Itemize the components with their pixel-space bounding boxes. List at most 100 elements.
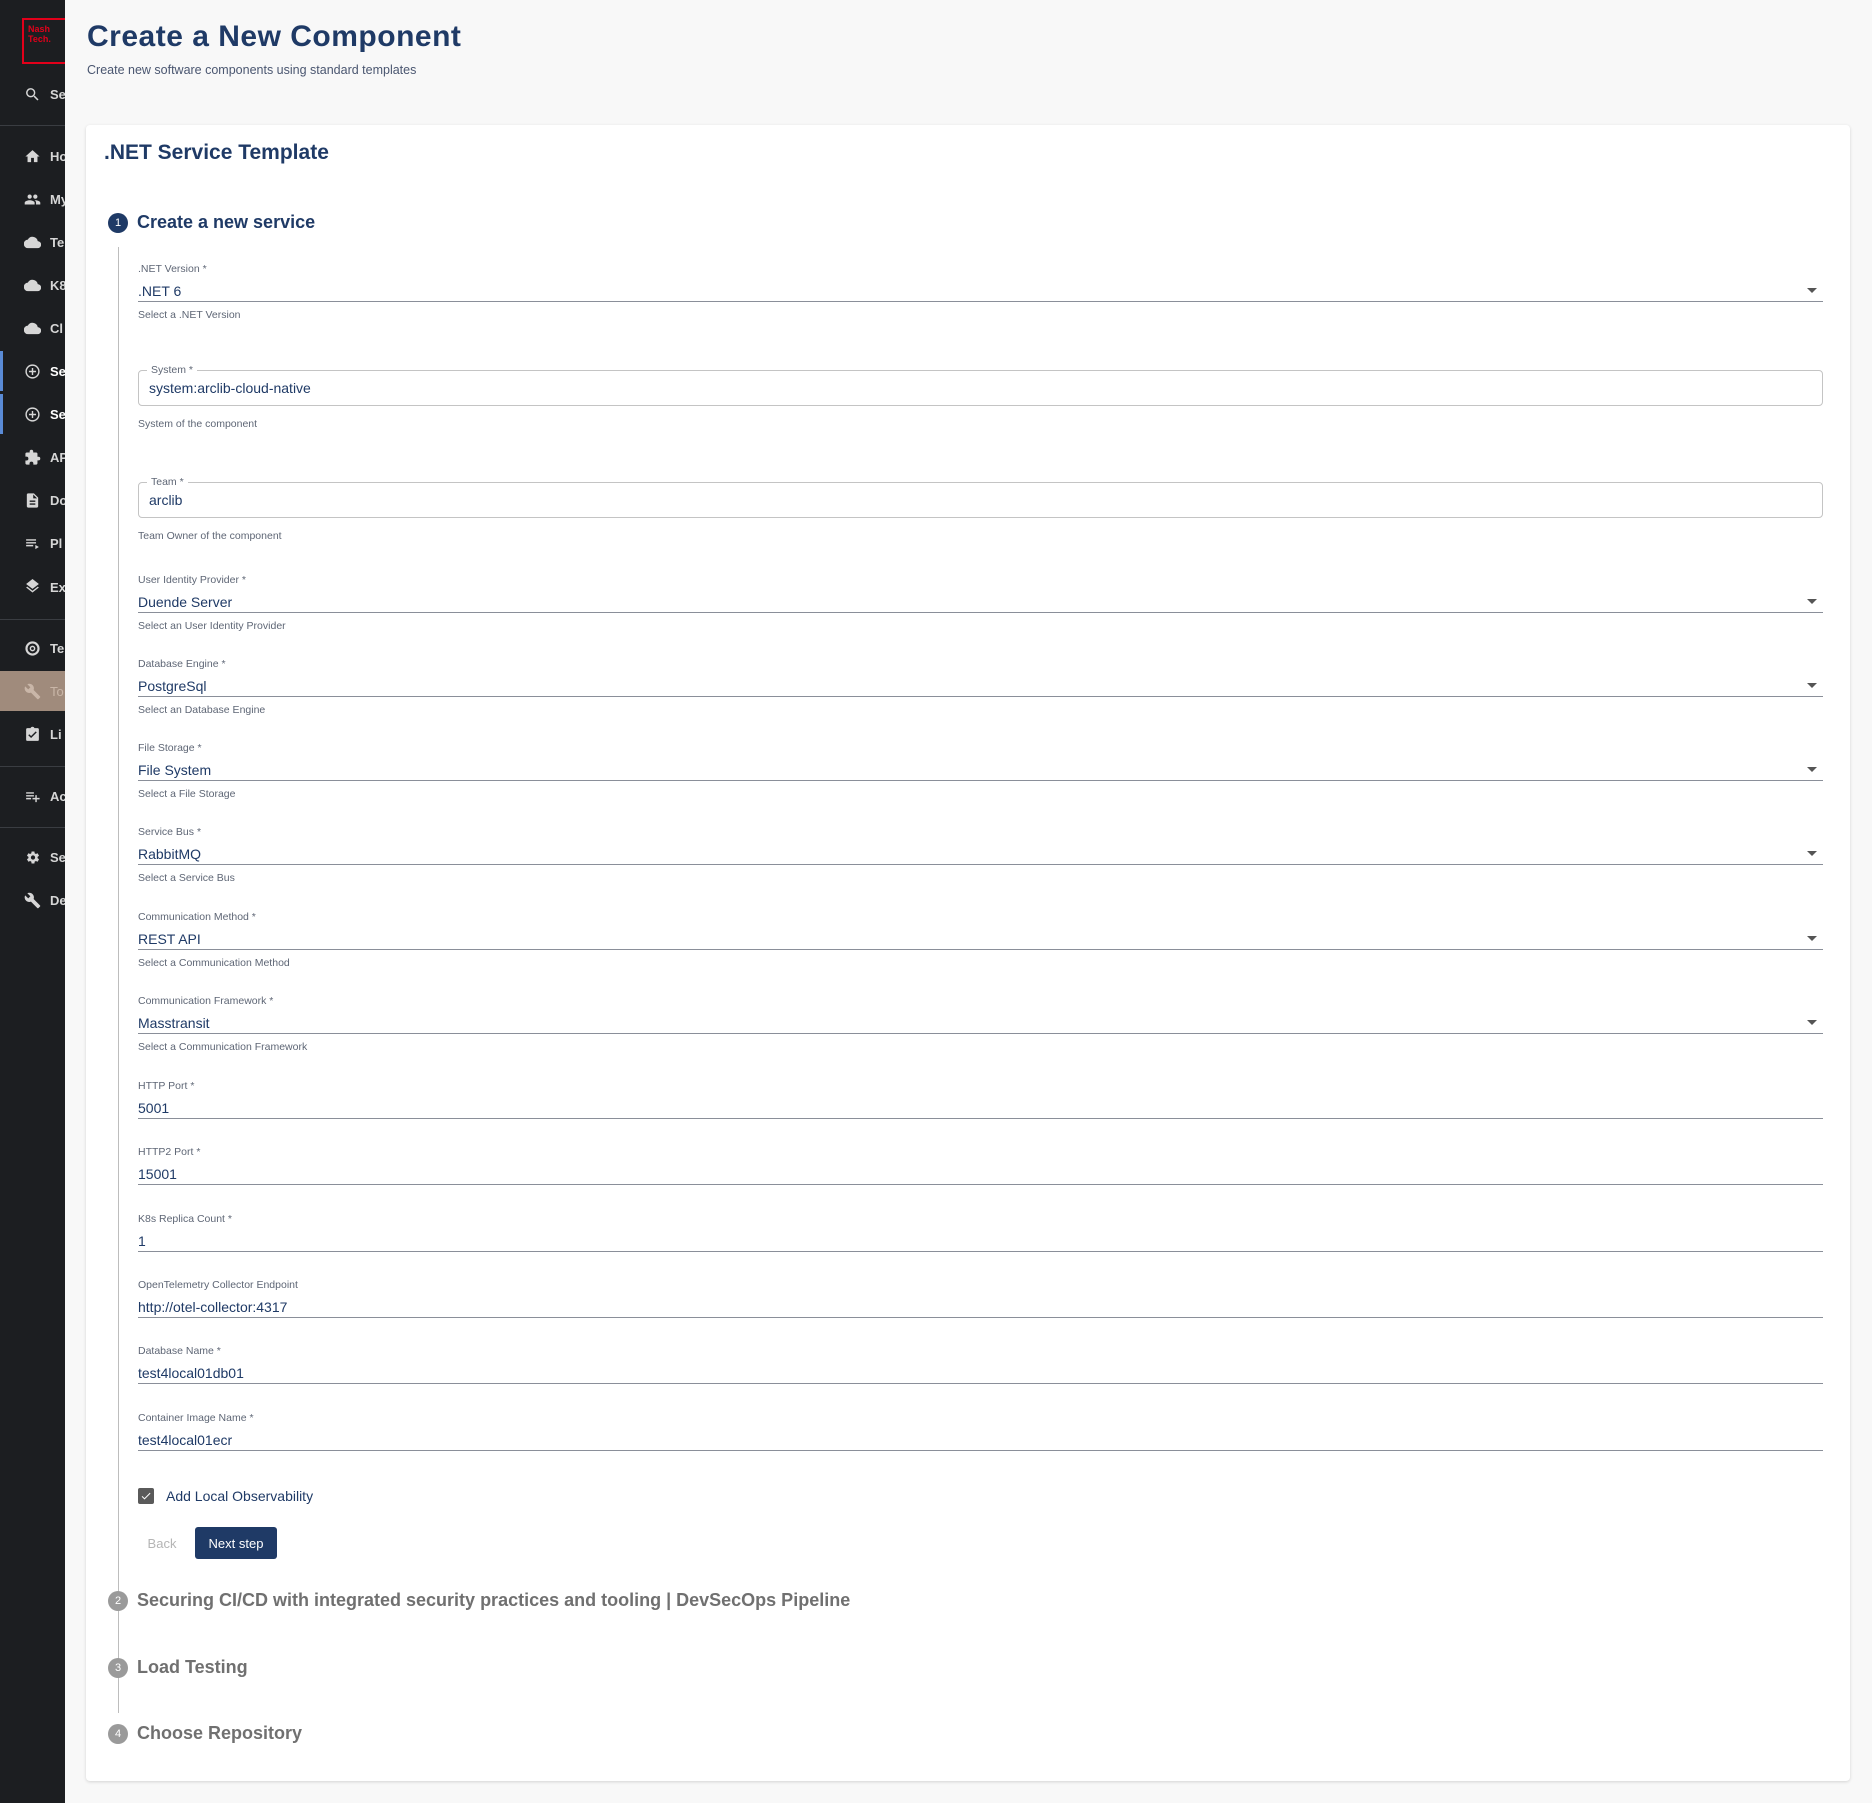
- select-value[interactable]: RabbitMQ: [138, 843, 1823, 865]
- sidebar-item-label: Li: [50, 726, 62, 742]
- sidebar-item-settings[interactable]: Se: [0, 837, 65, 877]
- selected-value: .NET 6: [138, 283, 182, 299]
- database-name-field[interactable]: Database Name * test4local01db01: [138, 1345, 1823, 1384]
- field-label: Service Bus *: [138, 826, 202, 838]
- sidebar-item-lighthouse[interactable]: Li: [0, 714, 65, 754]
- sidebar-divider: [0, 766, 65, 767]
- sidebar-item-label: Se: [50, 86, 65, 102]
- sidebar-item-explore[interactable]: Ex: [0, 567, 65, 607]
- sidebar-item-label: Te: [50, 640, 65, 656]
- select-value[interactable]: Duende Server: [138, 591, 1823, 613]
- sidebar-divider: [0, 827, 65, 828]
- communication-method-select[interactable]: Communication Method * REST API Select a…: [138, 911, 1823, 969]
- http-port-input[interactable]: 5001: [138, 1097, 1823, 1119]
- sidebar-item-cloud[interactable]: Cl: [0, 308, 65, 348]
- template-title: .NET Service Template: [104, 141, 329, 164]
- sidebar-item-label: Cl: [50, 320, 63, 336]
- system-field[interactable]: System * system:arclib-cloud-native Syst…: [138, 364, 1823, 430]
- database-engine-select[interactable]: Database Engine * PostgreSql Select an D…: [138, 658, 1823, 716]
- helper-text: Select a Communication Framework: [138, 1041, 308, 1053]
- team-field[interactable]: Team * arclib Team Owner of the componen…: [138, 476, 1823, 542]
- checklist-icon: [26, 726, 39, 741]
- dropdown-arrow-icon: [1807, 599, 1817, 604]
- sidebar-item-create-service-1[interactable]: Se: [0, 351, 65, 391]
- sidebar-item-apis[interactable]: AP: [0, 437, 65, 477]
- field-label: User Identity Provider *: [138, 574, 246, 586]
- step-label: Securing CI/CD with integrated security …: [137, 1590, 851, 1610]
- sidebar-item-label: De: [50, 892, 65, 908]
- sidebar-item-label: Ac: [50, 788, 65, 804]
- database-name-input[interactable]: test4local01db01: [138, 1362, 1823, 1384]
- sidebar-item-actions[interactable]: Ac: [0, 776, 65, 816]
- sidebar-item-search[interactable]: Se: [0, 74, 65, 114]
- replica-count-input[interactable]: 1: [138, 1230, 1823, 1252]
- sidebar-item-playlists[interactable]: Pl: [0, 523, 65, 563]
- communication-framework-select[interactable]: Communication Framework * Masstransit Se…: [138, 995, 1823, 1053]
- step-1[interactable]: 1 Create a new service: [108, 212, 315, 233]
- local-observability-checkbox-row[interactable]: Add Local Observability: [138, 1488, 313, 1504]
- step-number: 4: [108, 1723, 128, 1744]
- step-label: Choose Repository: [137, 1723, 303, 1743]
- replica-count-field[interactable]: K8s Replica Count * 1: [138, 1213, 1823, 1252]
- field-label: OpenTelemetry Collector Endpoint: [138, 1279, 298, 1291]
- http2-port-input[interactable]: 15001: [138, 1163, 1823, 1185]
- check-icon: [141, 1492, 151, 1500]
- service-bus-select[interactable]: Service Bus * RabbitMQ Select a Service …: [138, 826, 1823, 884]
- sidebar-item-docs[interactable]: Do: [0, 480, 65, 520]
- team-input[interactable]: Team * arclib: [138, 476, 1823, 518]
- dropdown-arrow-icon: [1807, 1020, 1817, 1025]
- gear-icon: [26, 850, 40, 864]
- sidebar-item-my-groups[interactable]: My: [0, 179, 65, 219]
- file-storage-select[interactable]: File Storage * File System Select a File…: [138, 742, 1823, 800]
- system-input[interactable]: System * system:arclib-cloud-native: [138, 364, 1823, 406]
- select-value[interactable]: File System: [138, 759, 1823, 781]
- template-card: .NET Service Template 1 Create a new ser…: [86, 125, 1850, 1781]
- http-port-field[interactable]: HTTP Port * 5001: [138, 1080, 1823, 1119]
- net-version-select[interactable]: .NET Version * .NET 6 Select a .NET Vers…: [138, 263, 1823, 321]
- select-value[interactable]: REST API: [138, 928, 1823, 950]
- select-value[interactable]: Masstransit: [138, 1012, 1823, 1034]
- identity-provider-select[interactable]: User Identity Provider * Duende Server S…: [138, 574, 1823, 632]
- sidebar-item-devtools[interactable]: De: [0, 880, 65, 920]
- next-step-button[interactable]: Next step: [195, 1527, 277, 1559]
- step-2[interactable]: 2 Securing CI/CD with integrated securit…: [108, 1590, 850, 1611]
- helper-text: Team Owner of the component: [138, 530, 282, 542]
- checkbox-label: Add Local Observability: [166, 1488, 314, 1504]
- document-icon: [26, 492, 39, 508]
- sidebar-item-label: Ho: [50, 148, 65, 164]
- otel-endpoint-input[interactable]: http://otel-collector:4317: [138, 1296, 1823, 1318]
- dropdown-arrow-icon: [1807, 683, 1817, 688]
- field-label: HTTP Port *: [138, 1080, 195, 1092]
- back-button[interactable]: Back: [142, 1527, 182, 1559]
- select-value[interactable]: PostgreSql: [138, 675, 1823, 697]
- nashtech-logo[interactable]: Nash Tech.: [22, 18, 65, 64]
- cloud-icon: [24, 279, 41, 291]
- dropdown-arrow-icon: [1807, 767, 1817, 772]
- step-3[interactable]: 3 Load Testing: [108, 1657, 248, 1678]
- local-observability-checkbox[interactable]: [138, 1488, 154, 1504]
- field-label: Communication Framework *: [138, 995, 274, 1007]
- sidebar-item-tools[interactable]: To: [0, 671, 65, 711]
- field-label: Team *: [147, 476, 188, 488]
- select-value[interactable]: .NET 6: [138, 280, 1823, 302]
- otel-endpoint-field[interactable]: OpenTelemetry Collector Endpoint http://…: [138, 1279, 1823, 1318]
- selected-value: RabbitMQ: [138, 846, 202, 862]
- sidebar-item-tech-radar[interactable]: Te: [0, 628, 65, 668]
- step-connector: [118, 1624, 119, 1646]
- step-4[interactable]: 4 Choose Repository: [108, 1723, 302, 1744]
- http2-port-field[interactable]: HTTP2 Port * 15001: [138, 1146, 1823, 1185]
- extension-icon: [25, 449, 41, 465]
- field-label: Database Name *: [138, 1345, 221, 1357]
- sidebar-item-label: AP: [50, 449, 65, 465]
- step-connector: [118, 247, 119, 1704]
- sidebar-divider: [0, 125, 65, 126]
- container-image-field[interactable]: Container Image Name * test4local01ecr: [138, 1412, 1823, 1451]
- step-number: 1: [108, 212, 128, 233]
- sidebar-item-k8s[interactable]: K8: [0, 265, 65, 305]
- sidebar-item-home[interactable]: Ho: [0, 136, 65, 176]
- field-label: System *: [147, 364, 198, 376]
- container-image-input[interactable]: test4local01ecr: [138, 1429, 1823, 1451]
- sidebar-item-create-service-2[interactable]: Se: [0, 394, 65, 434]
- sidebar-item-te-cloud[interactable]: Te: [0, 222, 65, 262]
- dropdown-arrow-icon: [1807, 851, 1817, 856]
